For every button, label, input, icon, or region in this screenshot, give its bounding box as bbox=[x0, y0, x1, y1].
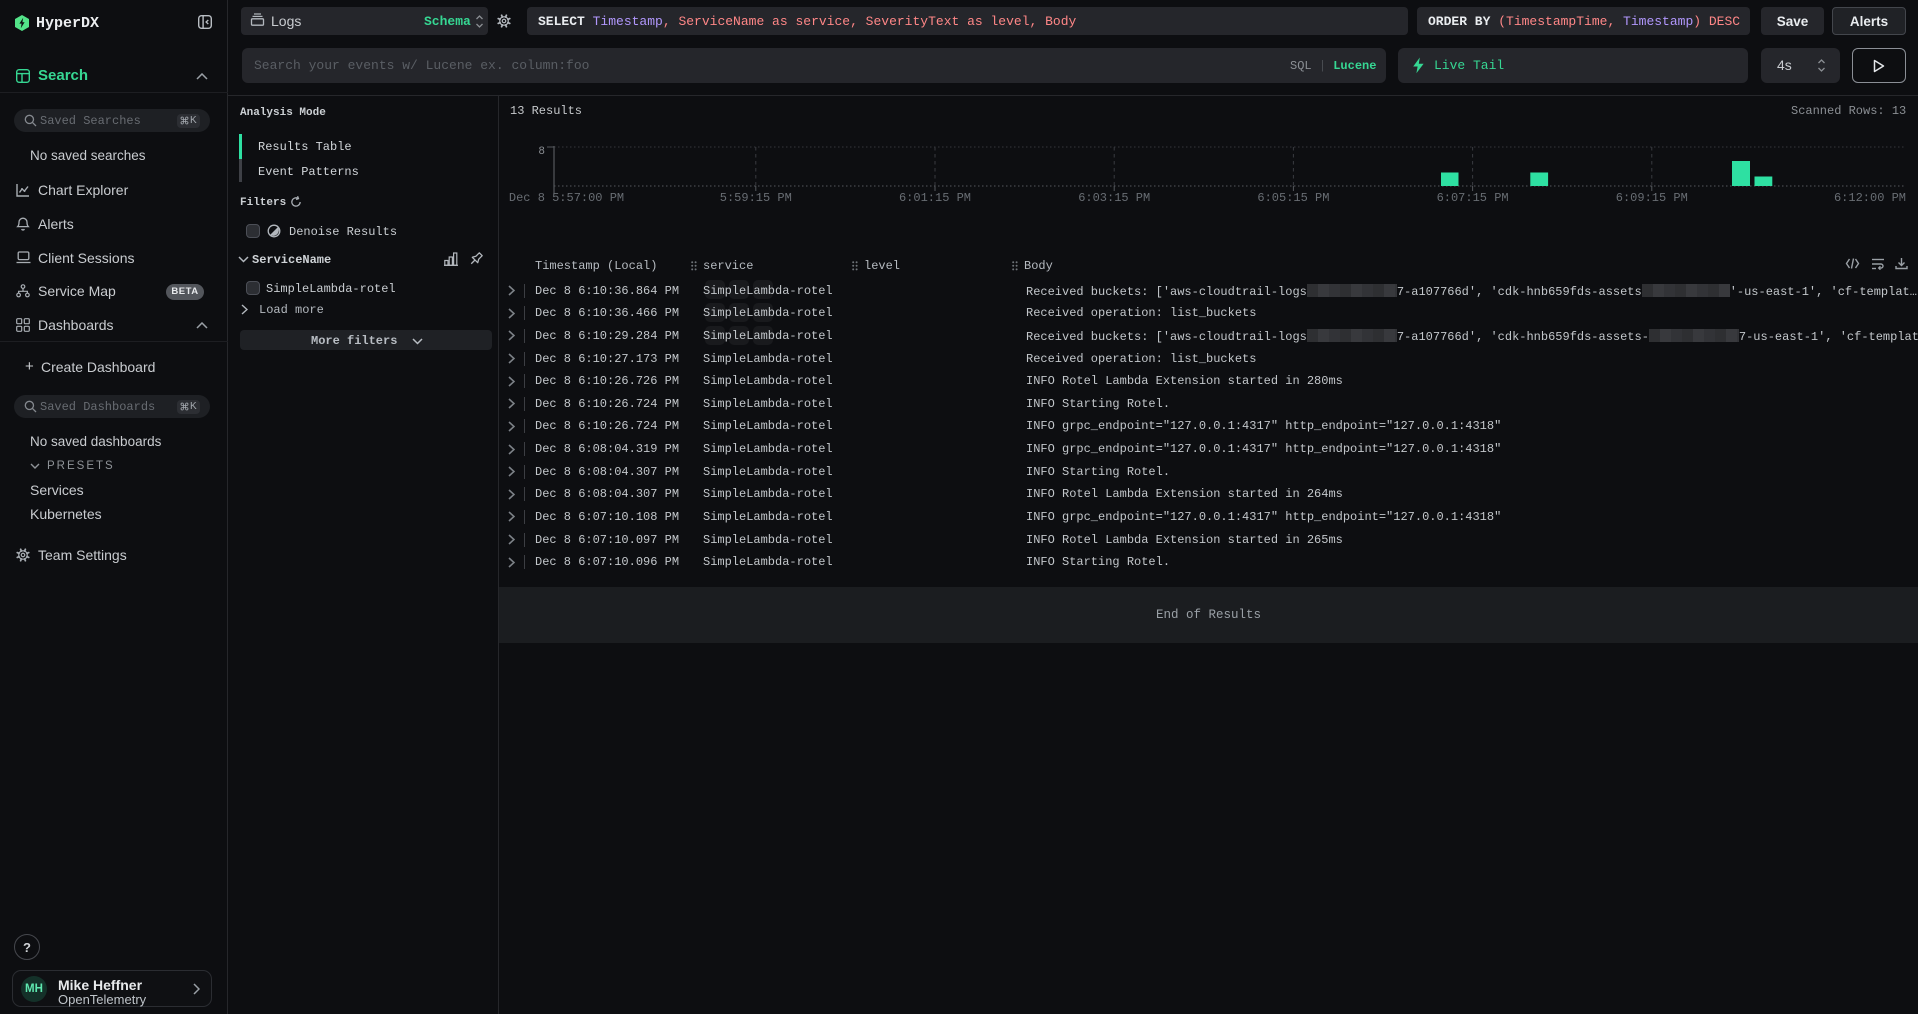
svg-text:6:07:15 PM: 6:07:15 PM bbox=[1437, 191, 1509, 205]
svg-text:6:09:15 PM: 6:09:15 PM bbox=[1616, 191, 1688, 205]
svg-text:5:59:15 PM: 5:59:15 PM bbox=[720, 191, 792, 205]
svg-text:6:03:15 PM: 6:03:15 PM bbox=[1078, 191, 1150, 205]
svg-text:6:12:00 PM: 6:12:00 PM bbox=[1834, 191, 1906, 205]
svg-text:6:01:15 PM: 6:01:15 PM bbox=[899, 191, 971, 205]
svg-text:8: 8 bbox=[538, 146, 545, 158]
svg-text:Dec 8 5:57:00 PM: Dec 8 5:57:00 PM bbox=[509, 191, 624, 205]
svg-text:6:05:15 PM: 6:05:15 PM bbox=[1257, 191, 1329, 205]
